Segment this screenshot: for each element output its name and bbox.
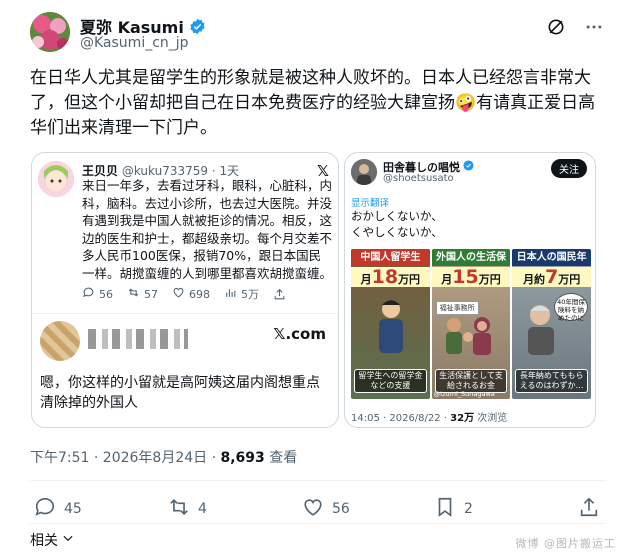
divider	[30, 523, 606, 524]
tweet-timestamp[interactable]: 下午7:51 · 2026年8月24日 ·	[30, 450, 221, 466]
reply-count: 45	[64, 501, 82, 517]
quoted-views-count: 5万	[241, 288, 259, 301]
grok-icon[interactable]	[545, 16, 567, 38]
author-avatar[interactable]	[30, 12, 70, 52]
student-illustration	[379, 300, 403, 353]
quoted-tweet-left[interactable]: 王贝贝 @kuku733759 · 1天 𝕏 来日一年多，去看过牙科，眼科，心脏…	[31, 152, 339, 428]
retweet-button[interactable]: 4	[168, 496, 207, 522]
quoted-text: おかしくないか、 くやしくないか、	[351, 208, 443, 240]
quoted-likes-count: 698	[189, 287, 210, 301]
verified-badge-icon	[189, 18, 206, 35]
reply-button[interactable]: 45	[34, 496, 82, 522]
tweet-meta: 下午7:51 · 2026年8月24日 · 8,693 查看	[30, 447, 297, 467]
like-count: 56	[332, 501, 350, 517]
like-button[interactable]: 56	[302, 496, 350, 522]
quoted-text: 来日一年多，去看过牙科，眼科，心脏科，内科，脑科。去过小诊所，也去过大医院。并没…	[82, 178, 333, 281]
panel-amount: 月15万円	[431, 267, 511, 287]
like-icon	[172, 286, 185, 302]
welfare-office-sign: 福祉事務所	[435, 301, 479, 315]
source-label: 𝕏.com	[273, 325, 326, 343]
view-count: 8,693	[220, 450, 265, 466]
panel-title: 日本人の国民年金	[512, 249, 592, 280]
retweet-icon	[168, 496, 190, 522]
panel-student: 中国人留学生 月18万円 留学生への留学金などの支援	[351, 249, 430, 399]
tweet-text: 在日华人尤其是留学生的形象就是被这种人败坏的。日本人已经怨言非常大了，但这个小留…	[30, 68, 596, 138]
speech-bubble: 40年間保険料を納めたのに	[554, 293, 589, 322]
divider	[30, 480, 606, 481]
share-icon	[273, 288, 286, 301]
reply-icon	[34, 496, 56, 522]
panel-pension: 日本人の国民年金 月約7万円 40年間保険料を納めたのに 長年納めてももらえるの…	[512, 249, 592, 399]
author-handle[interactable]: @Kasumi_cn_jp	[80, 35, 189, 51]
panel-welfare: 外国人の生活保護 月15万円 福祉事務所 生活保護として支給されるお金 @Izu…	[431, 249, 511, 399]
panel-title: 中国人留学生	[351, 249, 430, 266]
reply-icon	[82, 286, 95, 302]
quoted-replies-count: 56	[99, 287, 113, 301]
quoted-author-avatar[interactable]	[351, 159, 377, 185]
more-icon[interactable]	[583, 16, 605, 38]
views-icon	[224, 286, 237, 302]
quoted-tweet-right[interactable]: 田舎暮しの唱悦 @shoetsusato 关注 显示翻译 おかしくないか、 くや…	[344, 152, 596, 428]
bookmark-button[interactable]: 2	[434, 496, 473, 522]
action-bar: 45 4 56 2	[30, 496, 606, 520]
bookmark-count: 2	[464, 501, 473, 517]
retweet-count: 4	[198, 501, 207, 517]
quoted-author-name[interactable]: 王贝贝	[82, 164, 118, 178]
retweet-icon	[127, 286, 140, 302]
chevron-down-icon	[61, 531, 75, 549]
share-icon	[578, 496, 600, 522]
panel-title: 外国人の生活保護	[431, 249, 511, 280]
quoted-text-line-1: おかしくないか、	[351, 209, 443, 223]
quoted-time: · 1天	[211, 164, 240, 178]
panel-caption: 留学生への留学金などの支援	[354, 369, 427, 393]
quoted-text-line-2: くやしくないか、	[351, 225, 443, 239]
watermark: 微博 @图片搬运工	[515, 537, 616, 550]
panel-amount: 月約7万円	[512, 267, 592, 287]
tweet-header: 夏弥 Kasumi @Kasumi_cn_jp	[30, 12, 605, 56]
panel-caption: 長年納めてももらえるのはわずか…	[515, 369, 589, 393]
translate-link[interactable]: 显示翻译	[351, 195, 389, 209]
quoted-retweets-count: 57	[144, 287, 158, 301]
quoted-author-avatar[interactable]	[38, 161, 74, 197]
quoted-author-handle: @shoetsusato	[383, 173, 454, 184]
divider	[32, 313, 338, 314]
quoted-views: 32万	[450, 413, 475, 424]
view-suffix: 查看	[264, 450, 298, 466]
follow-button[interactable]: 关注	[551, 159, 587, 178]
panel-amount: 月18万円	[351, 267, 430, 287]
related-label: 相关	[30, 533, 58, 549]
related-toggle[interactable]: 相关	[30, 530, 75, 550]
reply-text: 嗯，你这样的小留就是高阿姨这届内阁想重点清除掉的外国人	[40, 375, 320, 411]
image-credit: @Izumi_Sunagawa	[433, 390, 495, 398]
verified-badge-icon	[463, 160, 474, 174]
family-illustration	[445, 317, 491, 355]
quoted-timestamp: 14:05 · 2026/8/22 · 32万 次浏览	[351, 413, 508, 424]
quoted-author-handle: @kuku733759	[121, 164, 209, 178]
blurred-avatar	[40, 321, 80, 361]
share-button[interactable]	[578, 496, 600, 522]
redacted-username	[88, 329, 188, 349]
quoted-stats: 56 57 698 5万	[82, 286, 286, 302]
like-icon	[302, 496, 324, 522]
bookmark-icon	[434, 496, 456, 522]
comparison-image[interactable]: 中国人留学生 月18万円 留学生への留学金などの支援 外国人の生活保護 月15万…	[351, 249, 592, 399]
